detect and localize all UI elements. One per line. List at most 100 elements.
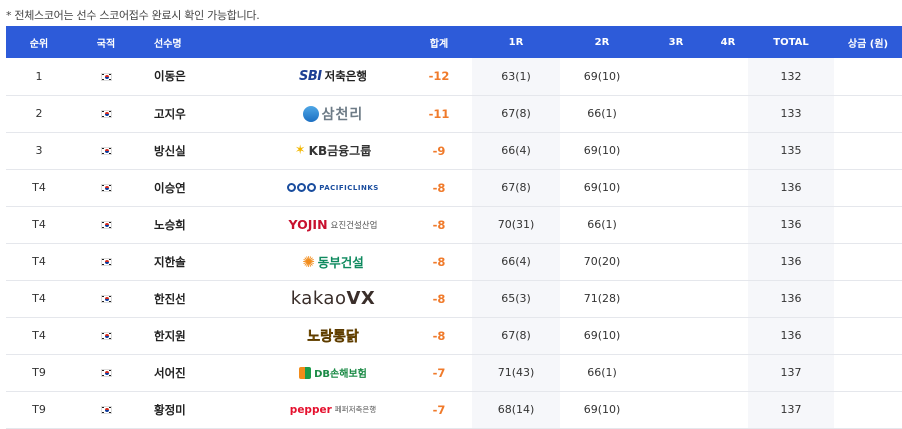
cell-player-name[interactable]: 지한솔 [140, 243, 260, 280]
cell-total: -8 [432, 180, 446, 195]
cell-nation [72, 95, 140, 132]
cell-r4 [708, 317, 748, 354]
cell-sum: 137 [748, 391, 834, 428]
cell-r2: 66(1) [587, 366, 617, 379]
table-row[interactable]: T9 서어진 DB손해보험 -7 71(43) 66(1) 137 [6, 354, 902, 391]
cell-nation [72, 280, 140, 317]
table-row[interactable]: T9 황정미 pepper 페퍼저축은행 -7 68(14) 69(10) 137 [6, 391, 902, 428]
col-player: 선수명 [154, 38, 182, 50]
cell-nation [72, 169, 140, 206]
cell-nation [72, 206, 140, 243]
kb-star-icon: ✶ [294, 143, 306, 158]
cell-sponsor: 삼천리 [260, 95, 406, 132]
sponsor-logo-pepper: pepper 페퍼저축은행 [290, 399, 376, 421]
cell-r1: 67(8) [472, 95, 560, 132]
cell-nation [72, 132, 140, 169]
cell-player-name[interactable]: 이동은 [140, 58, 260, 95]
cell-nation [72, 391, 140, 428]
cell-rank: T4 [32, 329, 46, 342]
db-logo-icon [299, 366, 312, 379]
cell-r3 [644, 243, 708, 280]
cell-prize [834, 95, 902, 132]
cell-r4 [708, 280, 748, 317]
cell-r2: 69(10) [583, 403, 621, 416]
cell-r1: 66(4) [472, 243, 560, 280]
korea-flag-icon [100, 110, 112, 118]
dongbu-sun-icon: ✺ [302, 252, 315, 271]
cell-sum: 136 [748, 280, 834, 317]
sponsor-logo-db: DB손해보험 [299, 362, 367, 384]
cell-player-name[interactable]: 한진선 [140, 280, 260, 317]
table-row[interactable]: T4 이승연 PACIFICLINKS -8 67(8) 69(10) 136 [6, 169, 902, 206]
cell-r1: 67(8) [472, 317, 560, 354]
leaderboard-table: 순위 국적 선수명 합계 1R 2R 3R 4R TOTAL 상금 (원) 1 이… [6, 26, 902, 429]
cell-rank: T9 [32, 366, 46, 379]
cell-player-name[interactable]: 방신실 [140, 132, 260, 169]
korea-flag-icon [100, 221, 112, 229]
cell-prize [834, 169, 902, 206]
cell-player-name[interactable]: 고지우 [140, 95, 260, 132]
table-header-row: 순위 국적 선수명 합계 1R 2R 3R 4R TOTAL 상금 (원) [6, 26, 902, 58]
cell-nation [72, 317, 140, 354]
korea-flag-icon [100, 295, 112, 303]
table-row[interactable]: T4 지한솔 ✺ 동부건설 -8 66(4) 70(20) 136 [6, 243, 902, 280]
col-sum: TOTAL [773, 36, 809, 48]
cell-total: -8 [432, 291, 446, 306]
sponsor-logo-kakaovx: kakaoVX [291, 288, 376, 310]
sponsor-text: 노랑통닭 [307, 328, 359, 345]
cell-rank: T4 [32, 292, 46, 305]
table-row[interactable]: 1 이동은 SBI 저축은행 -12 63(1) 69(10) 132 [6, 58, 902, 95]
table-row[interactable]: T4 노승희 YOJIN 요진건설산업 -8 70(31) 66(1) 136 [6, 206, 902, 243]
cell-r1: 68(14) [472, 391, 560, 428]
sponsor-logo-pacificlinks: PACIFICLINKS [287, 177, 379, 199]
table-row[interactable]: 3 방신실 ✶ KB금융그룹 -9 66(4) 69(10) 135 [6, 132, 902, 169]
sponsor-logo-sbi: SBI 저축은행 [299, 65, 367, 87]
cell-r2: 69(10) [583, 69, 621, 83]
sponsor-mark: SBI [299, 68, 322, 84]
cell-prize [834, 206, 902, 243]
sponsor-logo-kb: ✶ KB금융그룹 [295, 140, 372, 162]
cell-prize [834, 391, 902, 428]
sponsor-logo-yojin: YOJIN 요진건설산업 [289, 214, 378, 236]
cell-rank: T4 [32, 181, 46, 194]
col-r4: 4R [720, 36, 736, 48]
table-row[interactable]: T4 한진선 kakaoVX -8 65(3) 71(28) 136 [6, 280, 902, 317]
cell-player-name[interactable]: 이승연 [140, 169, 260, 206]
cell-player-name[interactable]: 노승희 [140, 206, 260, 243]
cell-r4 [708, 58, 748, 95]
cell-sum: 133 [748, 95, 834, 132]
cell-r4 [708, 206, 748, 243]
cell-prize [834, 132, 902, 169]
sponsor-text: kakaoVX [290, 288, 376, 309]
cell-r3 [644, 280, 708, 317]
korea-flag-icon [100, 332, 112, 340]
table-row[interactable]: 2 고지우 삼천리 -11 67(8) 66(1) 133 [6, 95, 902, 132]
cell-player-name[interactable]: 황정미 [140, 391, 260, 428]
col-total: 합계 [429, 38, 449, 50]
cell-sum: 136 [748, 243, 834, 280]
cell-r1: 63(1) [472, 58, 560, 95]
cell-total: -11 [428, 106, 450, 121]
col-sponsor [260, 26, 406, 58]
cell-r2: 69(10) [583, 144, 621, 157]
korea-flag-icon [100, 147, 112, 155]
cell-player-name[interactable]: 서어진 [140, 354, 260, 391]
sponsor-text: 페퍼저축은행 [334, 405, 377, 414]
korea-flag-icon [100, 258, 112, 266]
col-prize: 상금 (원) [847, 38, 889, 50]
cell-nation [72, 354, 140, 391]
cell-sponsor: YOJIN 요진건설산업 [260, 206, 406, 243]
korea-flag-icon [100, 369, 112, 377]
table-row[interactable]: T4 한지원 노랑통닭 -8 67(8) 69(10) 136 [6, 317, 902, 354]
cell-r1: 65(3) [472, 280, 560, 317]
cell-rank: T4 [32, 218, 46, 231]
cell-sponsor: 노랑통닭 [260, 317, 406, 354]
sponsor-text: PACIFICLINKS [319, 183, 379, 192]
cell-r1: 67(8) [472, 169, 560, 206]
cell-sum: 132 [748, 58, 834, 95]
cell-rank: T9 [32, 403, 46, 416]
cell-player-name[interactable]: 한지원 [140, 317, 260, 354]
cell-rank: 3 [35, 144, 43, 157]
sponsor-logo-samchully: 삼천리 [302, 103, 364, 125]
cell-total: -12 [428, 69, 450, 84]
